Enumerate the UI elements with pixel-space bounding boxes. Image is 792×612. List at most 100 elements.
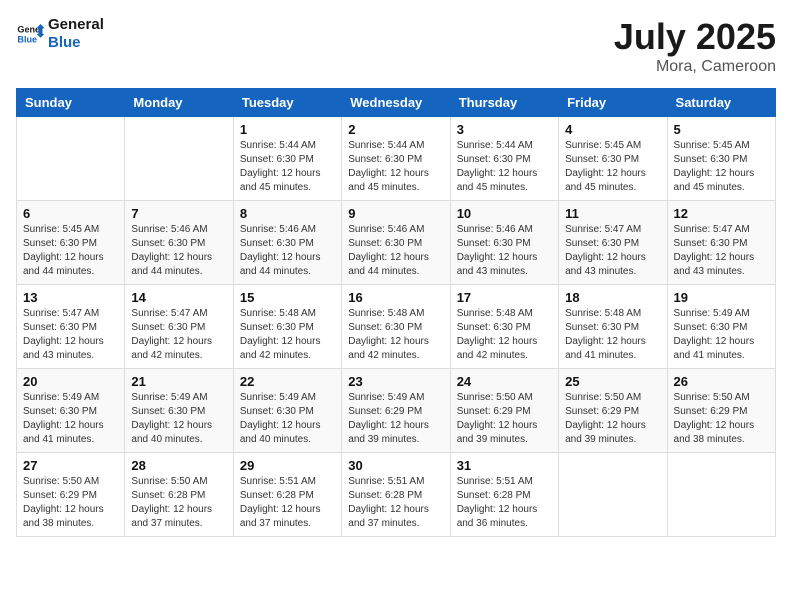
day-number: 23 bbox=[348, 374, 443, 389]
col-header-wednesday: Wednesday bbox=[342, 89, 450, 117]
day-number: 15 bbox=[240, 290, 335, 305]
page-header: General Blue General Blue July 2025 Mora… bbox=[16, 16, 776, 76]
day-number: 7 bbox=[131, 206, 226, 221]
day-number: 20 bbox=[23, 374, 118, 389]
day-info: Sunrise: 5:48 AM Sunset: 6:30 PM Dayligh… bbox=[457, 307, 552, 363]
day-number: 1 bbox=[240, 122, 335, 137]
calendar-cell: 6 Sunrise: 5:45 AM Sunset: 6:30 PM Daylig… bbox=[17, 201, 125, 285]
day-number: 31 bbox=[457, 458, 552, 473]
calendar-week-5: 27 Sunrise: 5:50 AM Sunset: 6:29 PM Dayli… bbox=[17, 453, 776, 537]
day-number: 8 bbox=[240, 206, 335, 221]
calendar-cell: 18 Sunrise: 5:48 AM Sunset: 6:30 PM Dayli… bbox=[559, 285, 667, 369]
calendar-cell: 29 Sunrise: 5:51 AM Sunset: 6:28 PM Dayli… bbox=[233, 453, 341, 537]
day-info: Sunrise: 5:51 AM Sunset: 6:28 PM Dayligh… bbox=[348, 475, 443, 531]
day-info: Sunrise: 5:49 AM Sunset: 6:30 PM Dayligh… bbox=[240, 391, 335, 447]
calendar-cell: 15 Sunrise: 5:48 AM Sunset: 6:30 PM Dayli… bbox=[233, 285, 341, 369]
day-number: 21 bbox=[131, 374, 226, 389]
col-header-thursday: Thursday bbox=[450, 89, 558, 117]
day-number: 25 bbox=[565, 374, 660, 389]
day-number: 17 bbox=[457, 290, 552, 305]
day-number: 13 bbox=[23, 290, 118, 305]
calendar-cell: 25Sunrise: 5:50 AM Sunset: 6:29 PM Dayli… bbox=[559, 369, 667, 453]
calendar-cell: 22 Sunrise: 5:49 AM Sunset: 6:30 PM Dayli… bbox=[233, 369, 341, 453]
day-info: Sunrise: 5:47 AM Sunset: 6:30 PM Dayligh… bbox=[565, 223, 660, 279]
calendar-cell: 14 Sunrise: 5:47 AM Sunset: 6:30 PM Dayli… bbox=[125, 285, 233, 369]
calendar-cell: 11 Sunrise: 5:47 AM Sunset: 6:30 PM Dayli… bbox=[559, 201, 667, 285]
col-header-saturday: Saturday bbox=[667, 89, 775, 117]
day-number: 9 bbox=[348, 206, 443, 221]
day-info: Sunrise: 5:50 AM Sunset: 6:29 PM Dayligh… bbox=[674, 391, 769, 447]
calendar-cell: 5 Sunrise: 5:45 AM Sunset: 6:30 PM Daylig… bbox=[667, 117, 775, 201]
day-info: Sunrise: 5:46 AM Sunset: 6:30 PM Dayligh… bbox=[131, 223, 226, 279]
day-info: Sunrise: 5:49 AM Sunset: 6:30 PM Dayligh… bbox=[674, 307, 769, 363]
calendar-cell: 4 Sunrise: 5:45 AM Sunset: 6:30 PM Daylig… bbox=[559, 117, 667, 201]
calendar-cell: 23 Sunrise: 5:49 AM Sunset: 6:29 PM Dayli… bbox=[342, 369, 450, 453]
calendar-cell: 7 Sunrise: 5:46 AM Sunset: 6:30 PM Daylig… bbox=[125, 201, 233, 285]
day-number: 27 bbox=[23, 458, 118, 473]
calendar-cell: 26 Sunrise: 5:50 AM Sunset: 6:29 PM Dayli… bbox=[667, 369, 775, 453]
calendar-cell: 30Sunrise: 5:51 AM Sunset: 6:28 PM Dayli… bbox=[342, 453, 450, 537]
col-header-sunday: Sunday bbox=[17, 89, 125, 117]
day-number: 26 bbox=[674, 374, 769, 389]
day-number: 4 bbox=[565, 122, 660, 137]
location: Mora, Cameroon bbox=[614, 58, 776, 76]
calendar-cell: 16Sunrise: 5:48 AM Sunset: 6:30 PM Dayli… bbox=[342, 285, 450, 369]
day-info: Sunrise: 5:45 AM Sunset: 6:30 PM Dayligh… bbox=[674, 139, 769, 195]
day-info: Sunrise: 5:44 AM Sunset: 6:30 PM Dayligh… bbox=[240, 139, 335, 195]
col-header-monday: Monday bbox=[125, 89, 233, 117]
calendar: Sunday Monday Tuesday Wednesday Thursday… bbox=[16, 88, 776, 537]
col-header-friday: Friday bbox=[559, 89, 667, 117]
day-info: Sunrise: 5:51 AM Sunset: 6:28 PM Dayligh… bbox=[240, 475, 335, 531]
day-number: 14 bbox=[131, 290, 226, 305]
logo: General Blue General Blue bbox=[16, 16, 104, 52]
svg-text:Blue: Blue bbox=[17, 34, 37, 44]
day-number: 10 bbox=[457, 206, 552, 221]
day-info: Sunrise: 5:44 AM Sunset: 6:30 PM Dayligh… bbox=[457, 139, 552, 195]
day-info: Sunrise: 5:49 AM Sunset: 6:30 PM Dayligh… bbox=[131, 391, 226, 447]
calendar-week-1: 1 Sunrise: 5:44 AM Sunset: 6:30 PM Daylig… bbox=[17, 117, 776, 201]
day-info: Sunrise: 5:44 AM Sunset: 6:30 PM Dayligh… bbox=[348, 139, 443, 195]
title-block: July 2025 Mora, Cameroon bbox=[614, 16, 776, 76]
calendar-cell: 31Sunrise: 5:51 AM Sunset: 6:28 PM Dayli… bbox=[450, 453, 558, 537]
day-number: 16 bbox=[348, 290, 443, 305]
calendar-cell: 28Sunrise: 5:50 AM Sunset: 6:28 PM Dayli… bbox=[125, 453, 233, 537]
calendar-cell bbox=[667, 453, 775, 537]
calendar-week-3: 13 Sunrise: 5:47 AM Sunset: 6:30 PM Dayli… bbox=[17, 285, 776, 369]
col-header-tuesday: Tuesday bbox=[233, 89, 341, 117]
day-info: Sunrise: 5:45 AM Sunset: 6:30 PM Dayligh… bbox=[23, 223, 118, 279]
logo-line2: Blue bbox=[48, 34, 104, 52]
day-info: Sunrise: 5:47 AM Sunset: 6:30 PM Dayligh… bbox=[23, 307, 118, 363]
day-number: 19 bbox=[674, 290, 769, 305]
calendar-cell: 17 Sunrise: 5:48 AM Sunset: 6:30 PM Dayli… bbox=[450, 285, 558, 369]
day-info: Sunrise: 5:47 AM Sunset: 6:30 PM Dayligh… bbox=[131, 307, 226, 363]
month-title: July 2025 bbox=[614, 16, 776, 58]
calendar-cell: 21 Sunrise: 5:49 AM Sunset: 6:30 PM Dayli… bbox=[125, 369, 233, 453]
day-info: Sunrise: 5:49 AM Sunset: 6:30 PM Dayligh… bbox=[23, 391, 118, 447]
calendar-week-4: 20 Sunrise: 5:49 AM Sunset: 6:30 PM Dayli… bbox=[17, 369, 776, 453]
day-number: 22 bbox=[240, 374, 335, 389]
calendar-header-row: Sunday Monday Tuesday Wednesday Thursday… bbox=[17, 89, 776, 117]
calendar-cell: 2 Sunrise: 5:44 AM Sunset: 6:30 PM Daylig… bbox=[342, 117, 450, 201]
day-info: Sunrise: 5:45 AM Sunset: 6:30 PM Dayligh… bbox=[565, 139, 660, 195]
calendar-cell: 19 Sunrise: 5:49 AM Sunset: 6:30 PM Dayli… bbox=[667, 285, 775, 369]
day-number: 6 bbox=[23, 206, 118, 221]
day-info: Sunrise: 5:48 AM Sunset: 6:30 PM Dayligh… bbox=[565, 307, 660, 363]
day-number: 2 bbox=[348, 122, 443, 137]
day-number: 18 bbox=[565, 290, 660, 305]
day-info: Sunrise: 5:49 AM Sunset: 6:29 PM Dayligh… bbox=[348, 391, 443, 447]
day-info: Sunrise: 5:46 AM Sunset: 6:30 PM Dayligh… bbox=[240, 223, 335, 279]
logo-icon: General Blue bbox=[16, 20, 44, 48]
calendar-week-2: 6 Sunrise: 5:45 AM Sunset: 6:30 PM Daylig… bbox=[17, 201, 776, 285]
day-number: 11 bbox=[565, 206, 660, 221]
calendar-cell bbox=[559, 453, 667, 537]
calendar-cell: 9Sunrise: 5:46 AM Sunset: 6:30 PM Daylig… bbox=[342, 201, 450, 285]
calendar-cell: 27 Sunrise: 5:50 AM Sunset: 6:29 PM Dayli… bbox=[17, 453, 125, 537]
calendar-cell: 20 Sunrise: 5:49 AM Sunset: 6:30 PM Dayli… bbox=[17, 369, 125, 453]
day-info: Sunrise: 5:48 AM Sunset: 6:30 PM Dayligh… bbox=[240, 307, 335, 363]
day-number: 29 bbox=[240, 458, 335, 473]
day-number: 5 bbox=[674, 122, 769, 137]
day-number: 12 bbox=[674, 206, 769, 221]
day-info: Sunrise: 5:50 AM Sunset: 6:29 PM Dayligh… bbox=[23, 475, 118, 531]
day-number: 24 bbox=[457, 374, 552, 389]
calendar-cell bbox=[17, 117, 125, 201]
